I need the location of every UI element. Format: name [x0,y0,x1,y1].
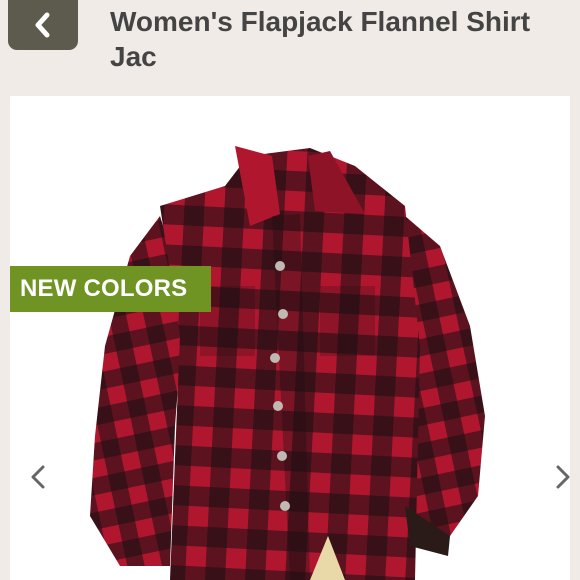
chevron-left-icon [35,12,50,38]
back-button[interactable] [8,0,78,50]
chevron-left-icon [31,465,45,489]
carousel-next-button[interactable] [551,462,570,492]
carousel-prev-button[interactable] [26,462,50,492]
page-header: Women's Flapjack Flannel Shirt Jac [0,0,580,96]
page-title: Women's Flapjack Flannel Shirt Jac [110,6,531,72]
product-image-carousel[interactable]: NEW COLORS [10,96,570,580]
product-image [90,146,485,580]
chevron-right-icon [556,465,570,489]
new-colors-badge: NEW COLORS [10,266,211,312]
